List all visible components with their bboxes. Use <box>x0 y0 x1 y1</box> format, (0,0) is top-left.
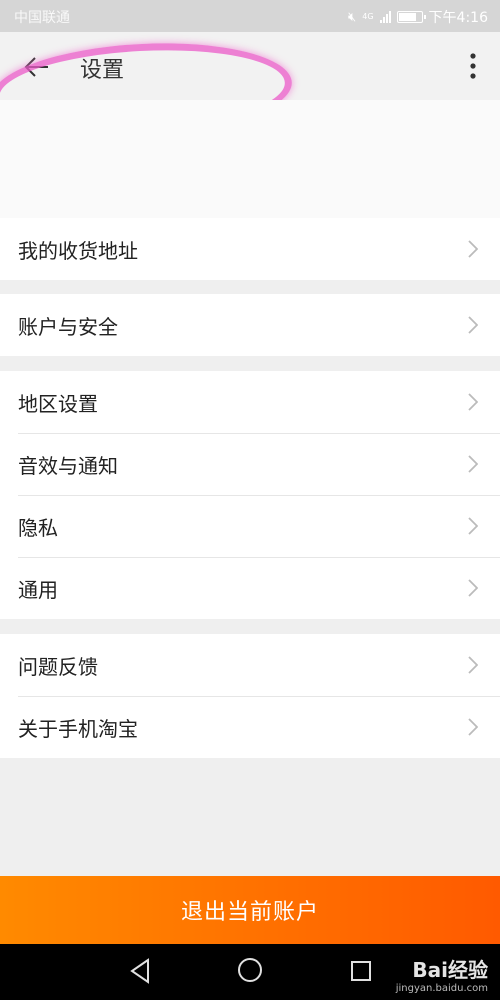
chevron-right-icon <box>468 393 478 411</box>
network-type-label: 4G <box>362 12 374 21</box>
settings-item-account-security[interactable]: 账户与安全 <box>0 294 500 356</box>
triangle-back-icon[interactable] <box>128 958 152 984</box>
chevron-right-icon <box>468 718 478 736</box>
back-arrow-icon[interactable] <box>22 52 52 82</box>
settings-item-label: 问题反馈 <box>18 654 98 679</box>
settings-group-about: 问题反馈 关于手机淘宝 <box>0 634 500 758</box>
settings-item-label: 关于手机淘宝 <box>18 716 138 741</box>
chevron-right-icon <box>468 579 478 597</box>
settings-item-privacy[interactable]: 隐私 <box>0 495 500 557</box>
page-title: 设置 <box>80 58 125 83</box>
status-bar: 中国联通 🔇︎ 4G 下午4:16 <box>0 0 500 32</box>
settings-item-about[interactable]: 关于手机淘宝 <box>0 696 500 758</box>
watermark-url: jingyan.baidu.com <box>395 983 488 994</box>
settings-item-shipping-address[interactable]: 我的收货地址 <box>0 218 500 280</box>
battery-icon <box>396 11 426 23</box>
battery-level-fill <box>398 13 417 21</box>
mute-icon: 🔇︎ <box>348 9 357 25</box>
status-time: 下午4:16 <box>428 10 488 26</box>
settings-item-sound-notifications[interactable]: 音效与通知 <box>0 433 500 495</box>
settings-group-general: 地区设置 音效与通知 隐私 通用 <box>0 371 500 619</box>
settings-item-label: 地区设置 <box>18 391 98 416</box>
settings-item-label: 通用 <box>18 577 58 602</box>
more-vertical-icon[interactable] <box>466 52 480 80</box>
chevron-right-icon <box>468 240 478 258</box>
settings-item-label: 音效与通知 <box>18 453 118 478</box>
settings-item-label: 我的收货地址 <box>18 238 138 263</box>
settings-screen: 中国联通 🔇︎ 4G 下午4:16 设置 我的收货地址 账户与安全 地区设置 音… <box>0 0 500 1000</box>
app-header: 设置 <box>0 32 500 144</box>
settings-item-feedback[interactable]: 问题反馈 <box>0 634 500 696</box>
watermark-logo: Bai经验 <box>412 958 488 982</box>
settings-group-account: 账户与安全 <box>0 294 500 356</box>
square-recent-icon[interactable] <box>351 961 371 981</box>
chevron-right-icon <box>468 455 478 473</box>
circle-home-icon[interactable] <box>238 958 262 982</box>
chevron-right-icon <box>468 517 478 535</box>
system-nav-bar: Bai经验 jingyan.baidu.com <box>0 944 500 1000</box>
carrier-label: 中国联通 <box>14 10 70 26</box>
chevron-right-icon <box>468 656 478 674</box>
settings-item-region[interactable]: 地区设置 <box>0 371 500 433</box>
settings-item-label: 账户与安全 <box>18 314 118 339</box>
logout-button[interactable]: 退出当前账户 <box>0 876 500 944</box>
signal-icon <box>379 11 391 23</box>
status-icons: 🔇︎ 4G 下午4:16 <box>348 7 488 27</box>
watermark: Bai经验 jingyan.baidu.com <box>396 954 488 994</box>
profile-area[interactable] <box>0 100 500 218</box>
settings-item-label: 隐私 <box>18 515 58 540</box>
settings-item-general[interactable]: 通用 <box>0 557 500 619</box>
settings-group-address: 我的收货地址 <box>0 218 500 280</box>
chevron-right-icon <box>468 316 478 334</box>
